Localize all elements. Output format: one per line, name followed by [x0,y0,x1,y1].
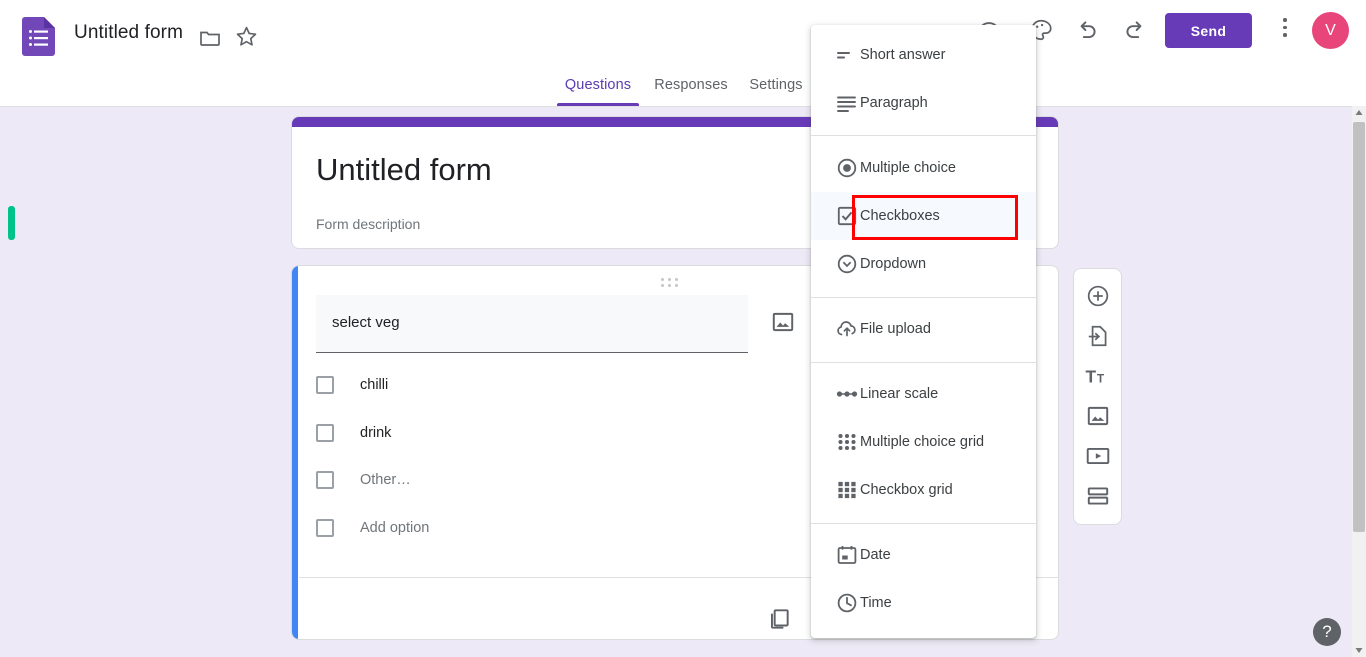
top-bar: Untitled form Send V [0,0,1366,72]
menu-label: Checkboxes [860,208,940,224]
dropdown-icon [835,252,859,276]
menu-divider [811,523,1036,524]
checkbox-icon[interactable] [316,424,334,442]
menu-label: Time [860,595,892,611]
radio-grid-icon [835,430,859,454]
menu-label: File upload [860,321,931,337]
google-forms-editor: Untitled form Send V Questions Responses… [0,0,1366,657]
checkbox-icon[interactable] [316,376,334,394]
tab-settings[interactable]: Settings [744,72,808,106]
question-add-image-icon[interactable] [770,309,796,335]
scroll-up-arrow-icon[interactable] [1352,106,1366,120]
form-title[interactable]: Untitled form [316,152,492,188]
menu-item-multiple-choice-grid[interactable]: Multiple choice grid [811,418,1036,466]
menu-item-paragraph[interactable]: Paragraph [811,79,1036,127]
document-title[interactable]: Untitled form [74,22,183,44]
menu-item-dropdown[interactable]: Dropdown [811,240,1036,288]
send-button[interactable]: Send [1165,13,1252,48]
calendar-icon [835,543,859,567]
tab-questions[interactable]: Questions [557,72,639,106]
menu-item-checkbox-grid[interactable]: Checkbox grid [811,466,1036,514]
vertical-scrollbar[interactable] [1352,106,1366,657]
google-forms-icon[interactable] [22,17,55,56]
more-options-icon[interactable] [1274,18,1296,42]
undo-icon[interactable] [1074,17,1100,43]
short-answer-icon [835,43,859,67]
redo-icon[interactable] [1122,17,1148,43]
menu-label: Short answer [860,47,946,63]
paragraph-icon [835,91,859,115]
duplicate-icon[interactable] [766,606,792,632]
option-label: drink [360,425,392,441]
linear-scale-icon [835,382,859,406]
menu-item-date[interactable]: Date [811,531,1036,579]
add-option-label: Add option [360,520,430,536]
form-description[interactable]: Form description [316,216,420,232]
radio-icon [835,156,859,180]
menu-item-checkboxes[interactable]: Checkboxes [811,192,1036,240]
menu-item-time[interactable]: Time [811,579,1036,627]
scroll-down-arrow-icon[interactable] [1352,643,1366,657]
file-upload-icon [835,317,859,341]
help-button[interactable]: ? [1313,618,1341,646]
menu-divider [811,297,1036,298]
add-video-button[interactable] [1085,443,1111,469]
checkbox-icon[interactable] [316,519,334,537]
menu-label: Multiple choice [860,160,956,176]
form-canvas: Untitled form Form description select ve… [0,106,1352,657]
menu-label: Multiple choice grid [860,434,985,450]
folder-icon[interactable] [198,25,222,49]
import-questions-button[interactable] [1085,323,1111,349]
menu-divider [811,135,1036,136]
add-question-button[interactable] [1085,283,1111,309]
menu-label: Paragraph [860,95,928,111]
menu-item-multiple-choice[interactable]: Multiple choice [811,144,1036,192]
checkbox-icon [835,204,859,228]
menu-item-short-answer[interactable]: Short answer [811,31,1036,79]
add-image-button[interactable] [1085,403,1111,429]
menu-label: Dropdown [860,256,927,272]
question-title-field[interactable]: select veg [316,295,748,353]
star-icon[interactable] [234,24,259,49]
question-title-text: select veg [332,314,400,331]
menu-label: Checkbox grid [860,482,953,498]
tab-bar: Questions Responses Settings [0,72,1366,107]
option-label-other: Other… [360,472,411,488]
add-section-button[interactable] [1085,483,1111,509]
menu-item-file-upload[interactable]: File upload [811,305,1036,353]
menu-label: Linear scale [860,386,939,402]
menu-divider [811,362,1036,363]
avatar[interactable]: V [1312,12,1349,49]
svg-text:T: T [1097,372,1105,386]
question-accent-bar [292,266,298,639]
tab-responses[interactable]: Responses [651,72,731,106]
checkbox-icon[interactable] [316,471,334,489]
checkbox-grid-icon [835,478,859,502]
add-title-description-button[interactable]: T T [1085,363,1111,389]
svg-text:T: T [1086,367,1097,387]
scrollbar-thumb[interactable] [1353,122,1365,532]
menu-item-linear-scale[interactable]: Linear scale [811,370,1036,418]
question-type-menu: Short answer Paragraph Multiple choice C… [811,25,1036,638]
menu-label: Date [860,547,891,563]
drag-handle-icon[interactable] [661,278,681,288]
option-label: chilli [360,377,389,393]
scrollbar-position-marker [8,206,15,240]
insert-toolbar: T T [1073,268,1122,525]
clock-icon [835,591,859,615]
